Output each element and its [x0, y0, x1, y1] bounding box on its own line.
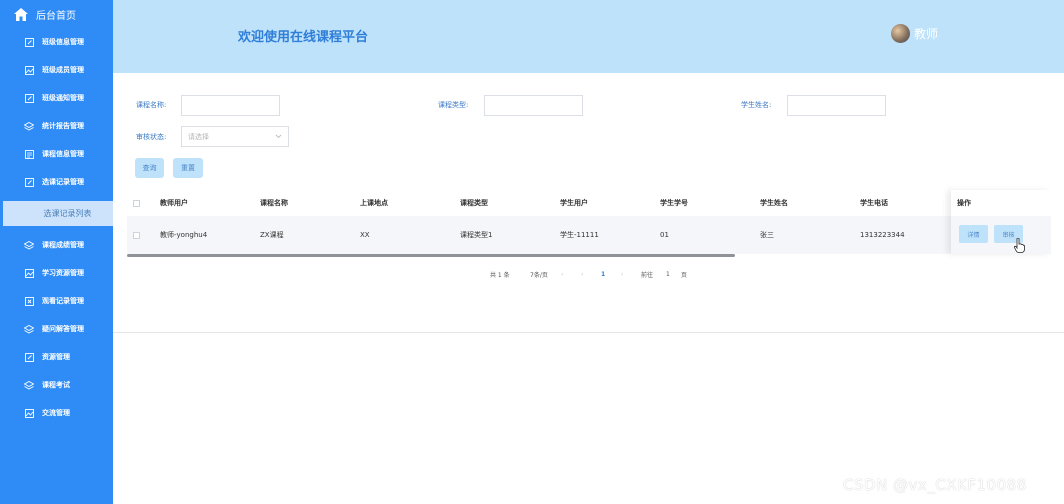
sidebar-item-label: 观看记录管理: [42, 297, 84, 305]
layers-icon: [24, 240, 34, 250]
chevron-left-icon[interactable]: ‹: [561, 269, 563, 279]
user-name: 教师: [914, 27, 939, 41]
sidebar-subitem-label: 选课记录列表: [43, 209, 92, 218]
sidebar-item-learning-resources[interactable]: 学习资源管理: [0, 263, 113, 283]
layers-icon: [24, 324, 34, 334]
course-type-label: 课程类型:: [438, 101, 469, 109]
cell-phone: 1313223344: [860, 231, 905, 239]
column-header: 教师用户: [160, 199, 188, 207]
edit-icon: [24, 37, 34, 47]
sidebar-item-label: 课程考试: [42, 381, 70, 389]
cell-student-name: 张三: [760, 231, 774, 239]
table-row[interactable]: 教师-yonghu4 ZX课程 XX 课程类型1 学生-11111 01 张三 …: [127, 216, 1051, 254]
cell-student-user: 学生-11111: [560, 231, 599, 239]
sidebar-item-course-info[interactable]: 课程信息管理: [0, 144, 113, 164]
layers-icon: [24, 121, 34, 131]
sidebar-item-label: 交流管理: [42, 409, 70, 417]
sidebar-item-stat-report[interactable]: 统计报告管理: [0, 116, 113, 136]
edit-icon: [24, 352, 34, 362]
horizontal-scrollbar[interactable]: [127, 254, 735, 257]
watermark: CSDN @vx_CXKF10088: [843, 476, 1027, 494]
chevron-right-icon[interactable]: ›: [621, 269, 623, 279]
reset-button[interactable]: 重置: [173, 158, 203, 178]
audit-status-placeholder: 请选择: [188, 132, 209, 141]
sidebar-item-resources[interactable]: 资源管理: [0, 347, 113, 367]
sidebar-home[interactable]: 后台首页: [0, 0, 113, 28]
sidebar-item-watch-records[interactable]: 观看记录管理: [0, 291, 113, 311]
column-header: 学生姓名: [760, 199, 788, 207]
column-header: 课程名称: [260, 199, 288, 207]
row-checkbox[interactable]: [133, 216, 140, 254]
sidebar-item-qa[interactable]: 疑问解答管理: [0, 319, 113, 339]
table-header: 教师用户 课程名称 上课地点 课程类型 学生用户 学生学号 学生姓名 学生电话 …: [127, 190, 1051, 216]
layers-icon: [24, 380, 34, 390]
user-menu[interactable]: 教师: [891, 24, 938, 43]
home-icon: [14, 7, 28, 21]
column-header: 学生电话: [860, 199, 888, 207]
sidebar-item-label: 课程成绩管理: [42, 241, 84, 249]
course-type-input[interactable]: [484, 95, 583, 116]
pager-page-size[interactable]: 7条/页: [530, 269, 548, 279]
edit-icon: [24, 93, 34, 103]
column-header: 上课地点: [360, 199, 388, 207]
column-header: 学生学号: [660, 199, 688, 207]
cell-teacher: 教师-yonghu4: [160, 231, 208, 239]
sidebar-item-label: 疑问解答管理: [42, 325, 84, 333]
pager-goto-input[interactable]: 1: [666, 269, 670, 279]
sidebar-item-class-info[interactable]: 班级信息管理: [0, 32, 113, 52]
close-box-icon: [24, 296, 34, 306]
pager-goto-label: 前往: [641, 271, 654, 279]
sidebar-item-label: 统计报告管理: [42, 122, 84, 130]
image-icon: [24, 408, 34, 418]
sidebar: 后台首页 班级信息管理 班级成员管理 班级通知管理 统计报告管理 课程信息管理 …: [0, 0, 132, 504]
sidebar-item-label: 资源管理: [42, 353, 70, 361]
chevron-left-icon[interactable]: ‹: [581, 269, 583, 279]
cell-type: 课程类型1: [460, 231, 493, 239]
pager-total: 共 1 条: [490, 271, 510, 279]
audit-status-select[interactable]: 请选择: [181, 126, 289, 147]
query-button[interactable]: 查询: [135, 158, 164, 178]
image-icon: [24, 268, 34, 278]
sidebar-home-label: 后台首页: [36, 10, 76, 22]
column-header: 学生用户: [560, 199, 588, 207]
image-icon: [24, 65, 34, 75]
pager-current-page[interactable]: 1: [601, 269, 605, 279]
chevron-down-icon: [275, 134, 282, 139]
pager-page-unit: 页: [681, 271, 688, 279]
audit-status-label: 审核状态:: [136, 133, 167, 141]
cell-place: XX: [360, 231, 370, 239]
document-icon: [24, 149, 34, 159]
sidebar-item-communication[interactable]: 交流管理: [0, 403, 113, 423]
course-name-input[interactable]: [181, 95, 280, 116]
sidebar-item-course-exam[interactable]: 课程考试: [0, 375, 113, 395]
sidebar-item-course-selection[interactable]: 选课记录管理: [0, 172, 113, 192]
sidebar-item-label: 班级成员管理: [42, 66, 84, 74]
header: 欢迎使用在线课程平台 教师: [113, 0, 1064, 73]
edit-icon: [24, 177, 34, 187]
sidebar-item-label: 班级信息管理: [42, 38, 84, 46]
divider: [113, 332, 1064, 333]
sidebar-item-course-grades[interactable]: 课程成绩管理: [0, 235, 113, 255]
student-name-label: 学生姓名:: [741, 101, 772, 109]
sidebar-item-label: 班级通知管理: [42, 94, 84, 102]
sidebar-item-label: 课程信息管理: [42, 150, 84, 158]
hand-cursor-icon: [1014, 238, 1025, 253]
detail-button[interactable]: 详情: [959, 225, 988, 243]
course-name-label: 课程名称:: [136, 101, 167, 109]
avatar: [891, 24, 910, 43]
page-title: 欢迎使用在线课程平台: [238, 30, 369, 45]
sidebar-item-class-members[interactable]: 班级成员管理: [0, 60, 113, 80]
select-all-checkbox[interactable]: [133, 190, 140, 216]
sidebar-item-label: 选课记录管理: [42, 178, 84, 186]
cell-course: ZX课程: [260, 231, 284, 239]
student-name-input[interactable]: [787, 95, 886, 116]
column-header: 课程类型: [460, 199, 488, 207]
sidebar-item-class-notice[interactable]: 班级通知管理: [0, 88, 113, 108]
sidebar-item-label: 学习资源管理: [42, 269, 84, 277]
main-content: 课程名称: 课程类型: 学生姓名: 审核状态: 请选择 查询 重置 教师用户 课…: [113, 73, 1064, 504]
cell-student-no: 01: [660, 231, 669, 239]
operation-column: 详情 审核: [951, 190, 1051, 254]
